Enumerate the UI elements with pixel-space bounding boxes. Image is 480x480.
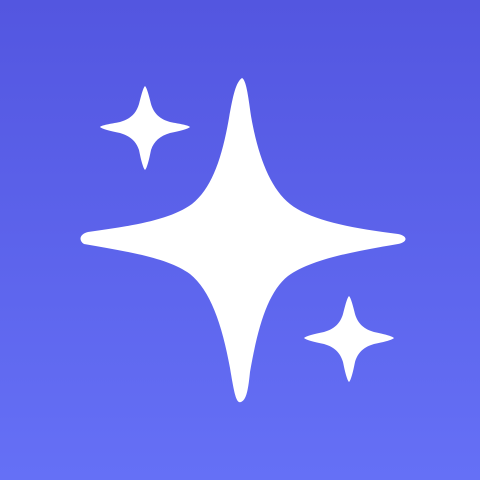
sparkles-icon: [80, 78, 406, 403]
app-icon: [0, 0, 480, 480]
small-sparkle-bottom-right-icon: [304, 296, 394, 382]
small-sparkle-top-left-icon: [100, 86, 190, 170]
